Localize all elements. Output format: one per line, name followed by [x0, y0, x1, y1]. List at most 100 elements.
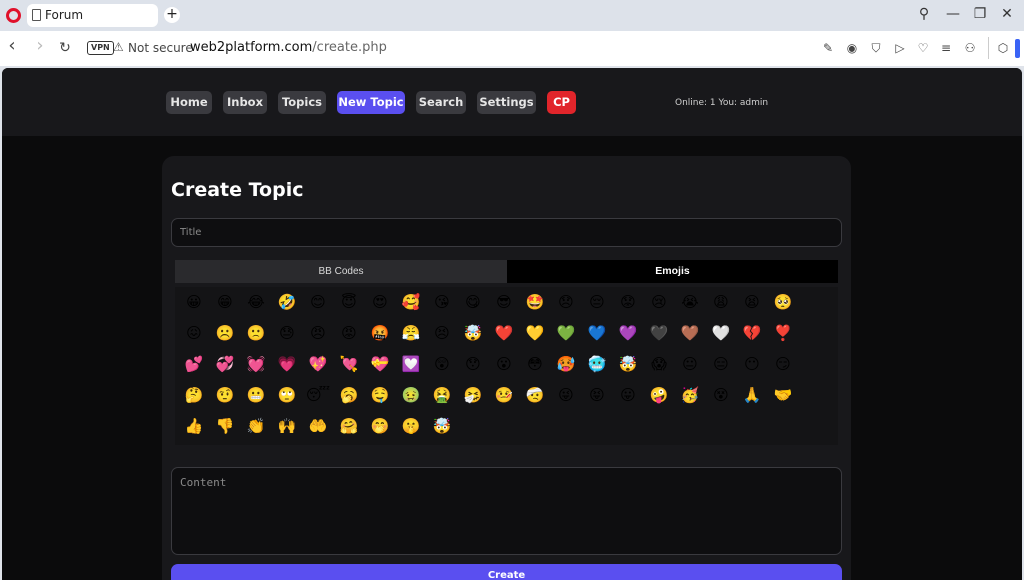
emoji-button[interactable]: 💛 — [522, 321, 548, 345]
emoji-button[interactable]: 😵 — [708, 383, 734, 407]
emoji-button[interactable]: 👎 — [212, 414, 238, 438]
emoji-button[interactable]: 😶 — [739, 352, 765, 376]
emoji-button[interactable]: 💘 — [336, 352, 362, 376]
emoji-button[interactable]: 😩 — [708, 290, 734, 314]
emoji-button[interactable]: 🤍 — [708, 321, 734, 345]
emoji-button[interactable]: 🤗 — [336, 414, 362, 438]
emoji-button[interactable]: 😳 — [522, 352, 548, 376]
emoji-button[interactable]: 😠 — [305, 321, 331, 345]
shield-icon[interactable]: ⛉ — [869, 41, 883, 55]
emoji-button[interactable]: 🥱 — [336, 383, 362, 407]
emoji-button[interactable]: 💔 — [739, 321, 765, 345]
emoji-button[interactable]: 🤔 — [181, 383, 207, 407]
emoji-button[interactable]: ❤️ — [491, 321, 517, 345]
emoji-button[interactable]: 🤩 — [522, 290, 548, 314]
new-tab-button[interactable]: + — [164, 7, 180, 23]
emoji-button[interactable]: 💕 — [181, 352, 207, 376]
opera-logo-icon[interactable] — [6, 8, 21, 23]
emoji-button[interactable]: 😮 — [491, 352, 517, 376]
emoji-button[interactable]: 🖤 — [646, 321, 672, 345]
tab-bb-codes[interactable]: BB Codes — [175, 260, 507, 283]
emoji-button[interactable]: 😇 — [336, 290, 362, 314]
emoji-button[interactable]: 🥶 — [584, 352, 610, 376]
emoji-button[interactable]: 🥳 — [677, 383, 703, 407]
title-input[interactable] — [171, 218, 842, 247]
edit-icon[interactable]: ✎ — [821, 41, 835, 55]
emoji-button[interactable]: 🤯 — [615, 352, 641, 376]
emoji-button[interactable]: 😣 — [429, 321, 455, 345]
restore-button[interactable]: ❐ — [971, 6, 989, 22]
emoji-button[interactable]: 🤣 — [274, 290, 300, 314]
emoji-button[interactable]: 🤪 — [646, 383, 672, 407]
emoji-button[interactable]: 🙁 — [243, 321, 269, 345]
nav-topics-link[interactable]: Topics — [278, 91, 326, 114]
browser-tab[interactable]: Forum — [27, 4, 158, 27]
cube-icon[interactable]: ⬡ — [996, 41, 1010, 55]
camera-icon[interactable]: ◉ — [845, 41, 859, 55]
back-button[interactable]: ‹ — [4, 35, 20, 56]
emoji-button[interactable]: 🤲 — [305, 414, 331, 438]
emoji-button[interactable]: 🤮 — [429, 383, 455, 407]
emoji-button[interactable]: 😎 — [491, 290, 517, 314]
emoji-button[interactable]: 💙 — [584, 321, 610, 345]
emoji-button[interactable]: 😜 — [553, 383, 579, 407]
emoji-button[interactable]: 😏 — [770, 352, 796, 376]
nav-cp-link[interactable]: CP — [547, 91, 576, 114]
emoji-button[interactable]: 💟 — [398, 352, 424, 376]
menu-icon[interactable]: ≡ — [939, 41, 953, 55]
url-field[interactable]: web2platform.com/create.php — [190, 40, 387, 55]
minimize-button[interactable]: — — [944, 6, 962, 22]
emoji-button[interactable]: 💗 — [274, 352, 300, 376]
emoji-button[interactable]: ☹️ — [212, 321, 238, 345]
emoji-button[interactable]: ❣️ — [770, 321, 796, 345]
emoji-button[interactable]: 🙄 — [274, 383, 300, 407]
emoji-button[interactable]: 😤 — [398, 321, 424, 345]
play-icon[interactable]: ▷ — [893, 41, 907, 55]
nav-new-topic-link[interactable]: New Topic — [337, 91, 405, 114]
emoji-button[interactable]: 😟 — [615, 290, 641, 314]
emoji-button[interactable]: 😱 — [646, 352, 672, 376]
emoji-button[interactable]: 😞 — [553, 290, 579, 314]
emoji-button[interactable]: 😋 — [460, 290, 486, 314]
emoji-button[interactable]: 😊 — [305, 290, 331, 314]
emoji-button[interactable]: 😑 — [708, 352, 734, 376]
emoji-button[interactable]: 💖 — [305, 352, 331, 376]
emoji-button[interactable]: 🙌 — [274, 414, 300, 438]
nav-inbox-link[interactable]: Inbox — [223, 91, 267, 114]
emoji-button[interactable]: 😔 — [584, 290, 610, 314]
emoji-button[interactable]: 😖 — [181, 321, 207, 345]
create-button[interactable]: Create — [171, 564, 842, 580]
security-label[interactable]: Not secure — [128, 41, 193, 55]
emoji-button[interactable]: 🙏 — [739, 383, 765, 407]
content-textarea[interactable] — [171, 467, 842, 555]
emoji-button[interactable]: 🥰 — [398, 290, 424, 314]
emoji-button[interactable]: 😛 — [615, 383, 641, 407]
emoji-button[interactable]: 😍 — [367, 290, 393, 314]
emoji-button[interactable]: 🤬 — [367, 321, 393, 345]
emoji-button[interactable]: 🥺 — [770, 290, 796, 314]
emoji-button[interactable]: 😐 — [677, 352, 703, 376]
emoji-button[interactable]: 🤒 — [491, 383, 517, 407]
sidebar-indicator[interactable] — [1015, 39, 1020, 58]
forward-button[interactable]: › — [32, 35, 48, 56]
emoji-button[interactable]: 🤝 — [770, 383, 796, 407]
emoji-button[interactable]: 🤫 — [398, 414, 424, 438]
nav-settings-link[interactable]: Settings — [477, 91, 536, 114]
vpn-badge[interactable]: VPN — [87, 41, 114, 55]
emoji-button[interactable]: 😲 — [429, 352, 455, 376]
emoji-button[interactable]: 😓 — [274, 321, 300, 345]
emoji-button[interactable]: 😡 — [336, 321, 362, 345]
emoji-button[interactable]: 👍 — [181, 414, 207, 438]
emoji-button[interactable]: 🥵 — [553, 352, 579, 376]
emoji-button[interactable]: 🤨 — [212, 383, 238, 407]
emoji-button[interactable]: 🤢 — [398, 383, 424, 407]
emoji-button[interactable]: 🤧 — [460, 383, 486, 407]
nav-home-link[interactable]: Home — [166, 91, 212, 114]
emoji-button[interactable]: 🤎 — [677, 321, 703, 345]
emoji-button[interactable]: 🤭 — [367, 414, 393, 438]
reload-button[interactable]: ↻ — [57, 40, 73, 56]
emoji-button[interactable]: 😬 — [243, 383, 269, 407]
emoji-button[interactable]: 💞 — [212, 352, 238, 376]
emoji-button[interactable]: 😂 — [243, 290, 269, 314]
nav-search-link[interactable]: Search — [416, 91, 466, 114]
